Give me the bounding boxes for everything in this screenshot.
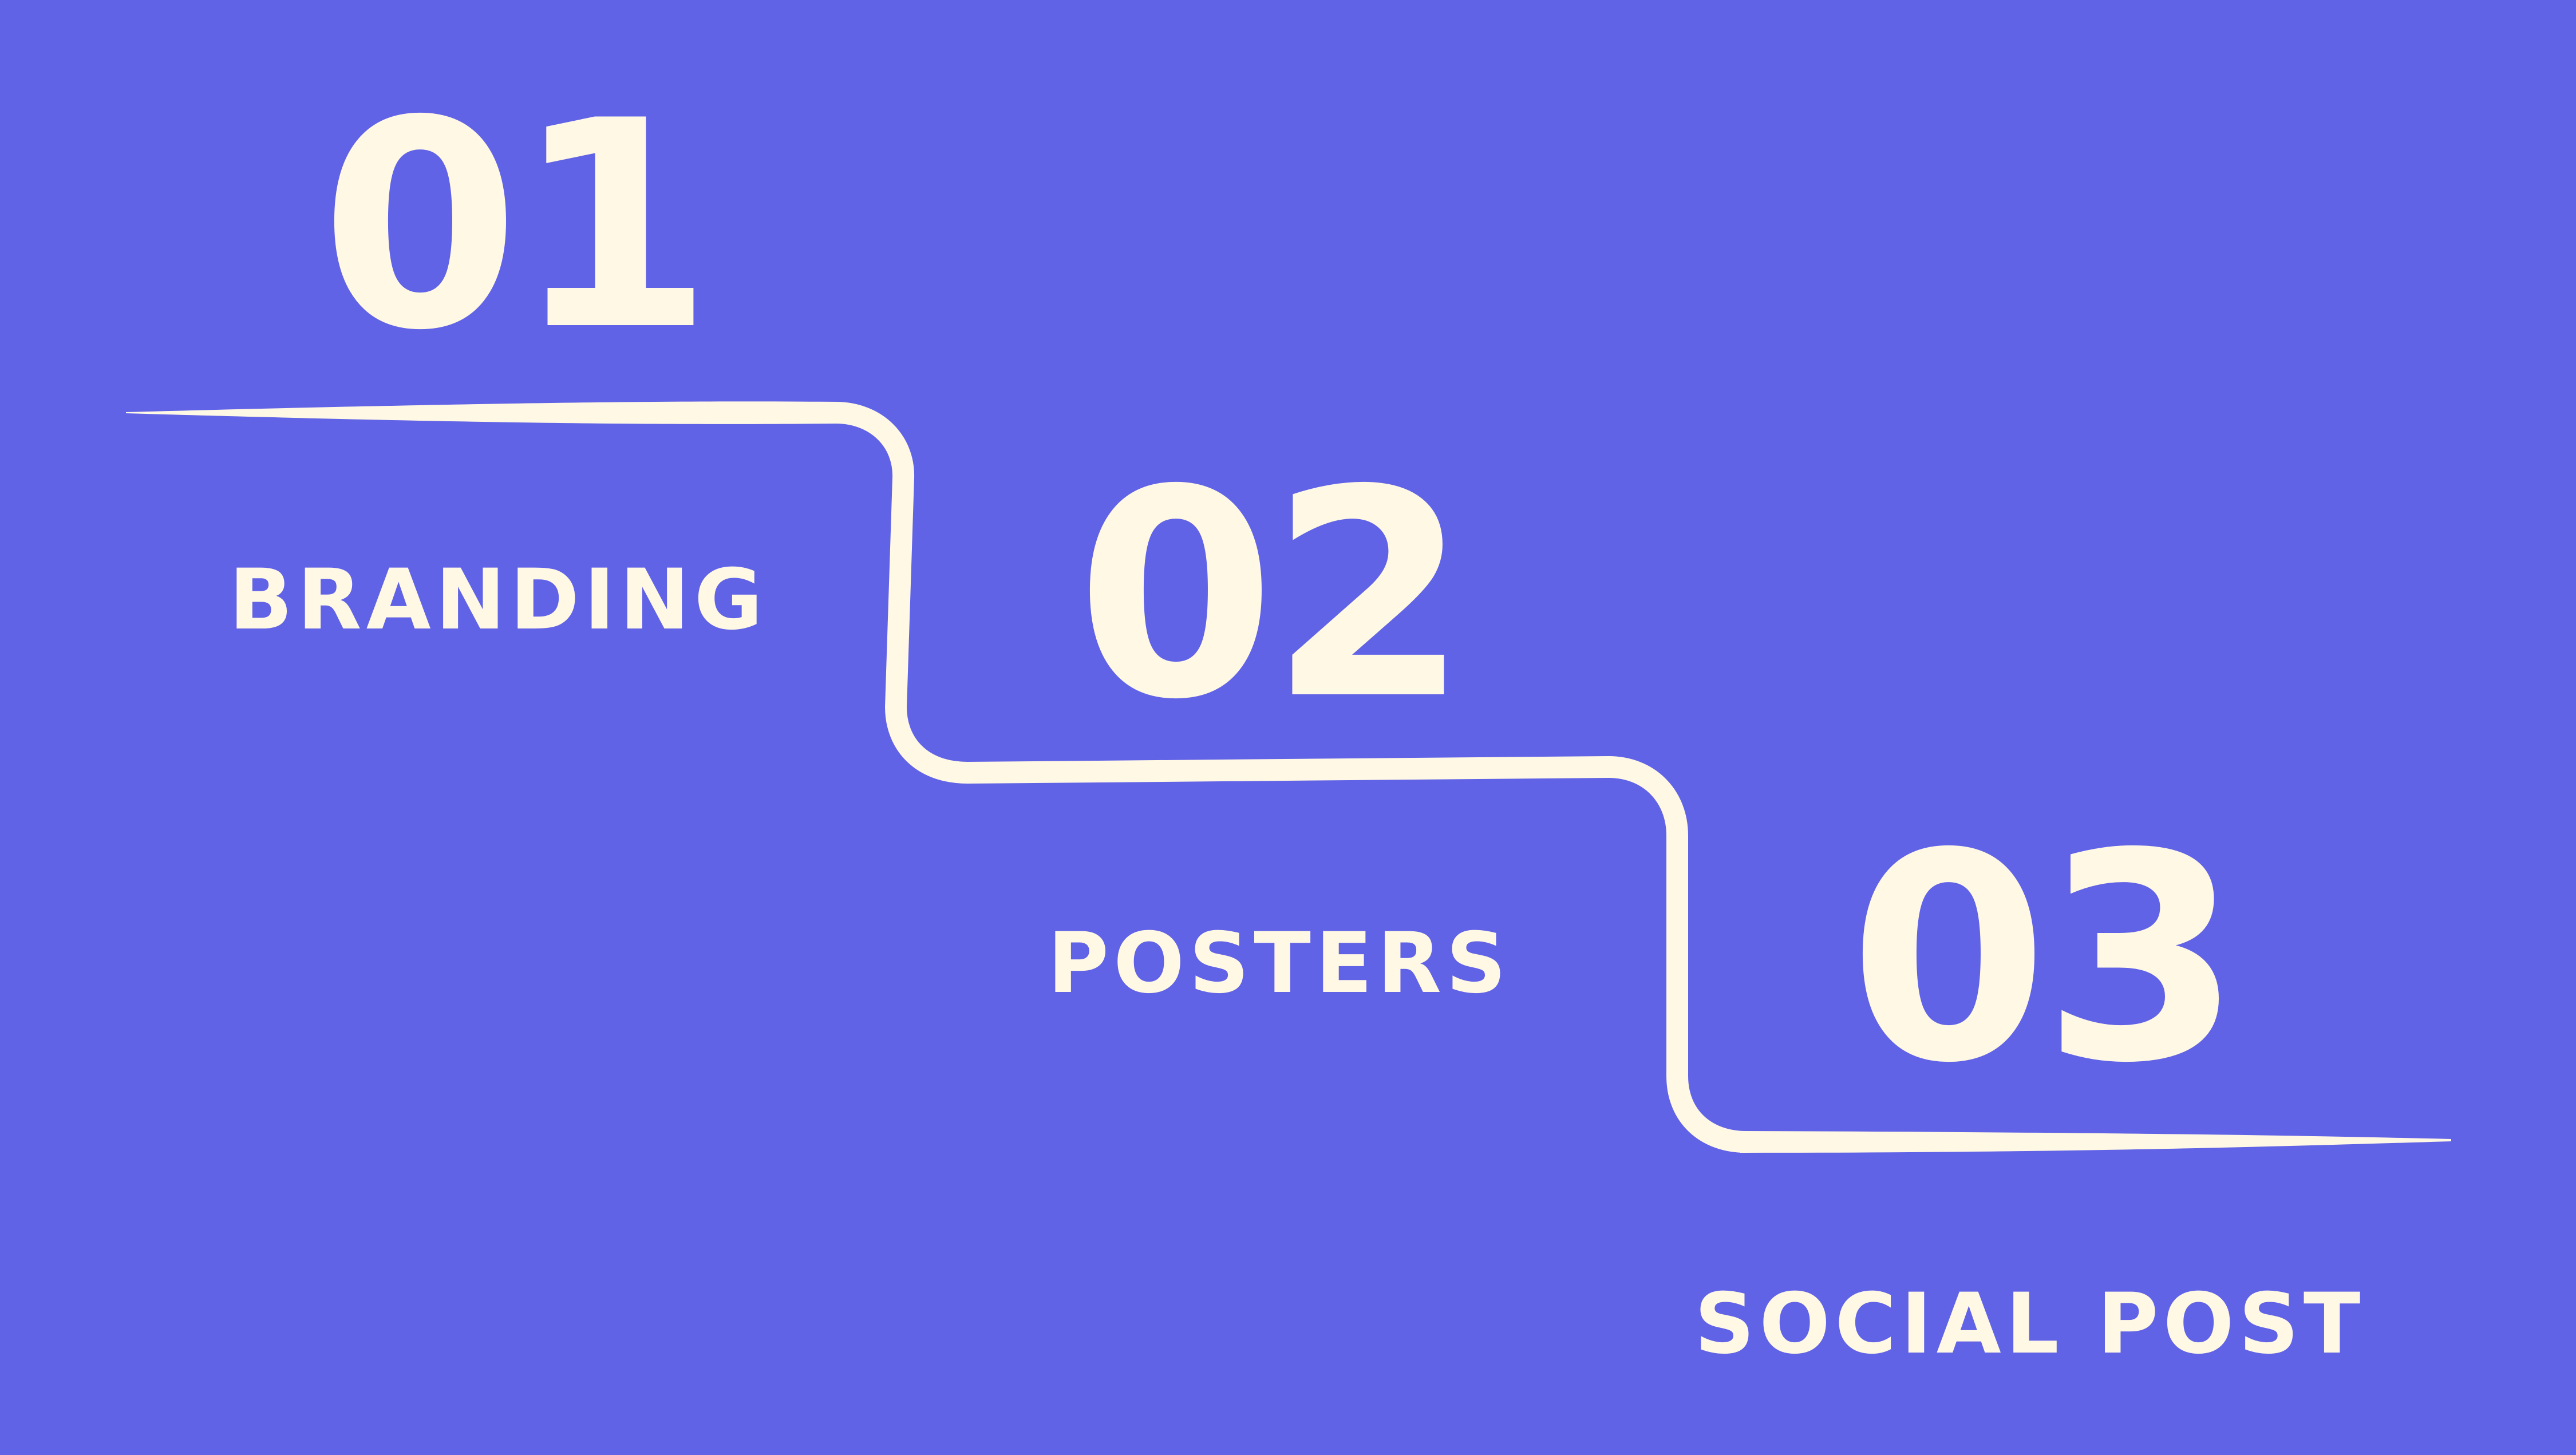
slide-canvas: 01 BRANDING 02 POSTERS 03 SOCIAL POST <box>0 0 2576 1455</box>
step-1-number: 01 <box>321 60 713 393</box>
step-2-number: 02 <box>1076 429 1469 762</box>
step-1-label: BRANDING <box>229 551 768 649</box>
step-3-number: 03 <box>1849 792 2242 1125</box>
step-3-label: SOCIAL POST <box>1694 1275 2365 1373</box>
step-2-label: POSTERS <box>1048 915 1511 1012</box>
